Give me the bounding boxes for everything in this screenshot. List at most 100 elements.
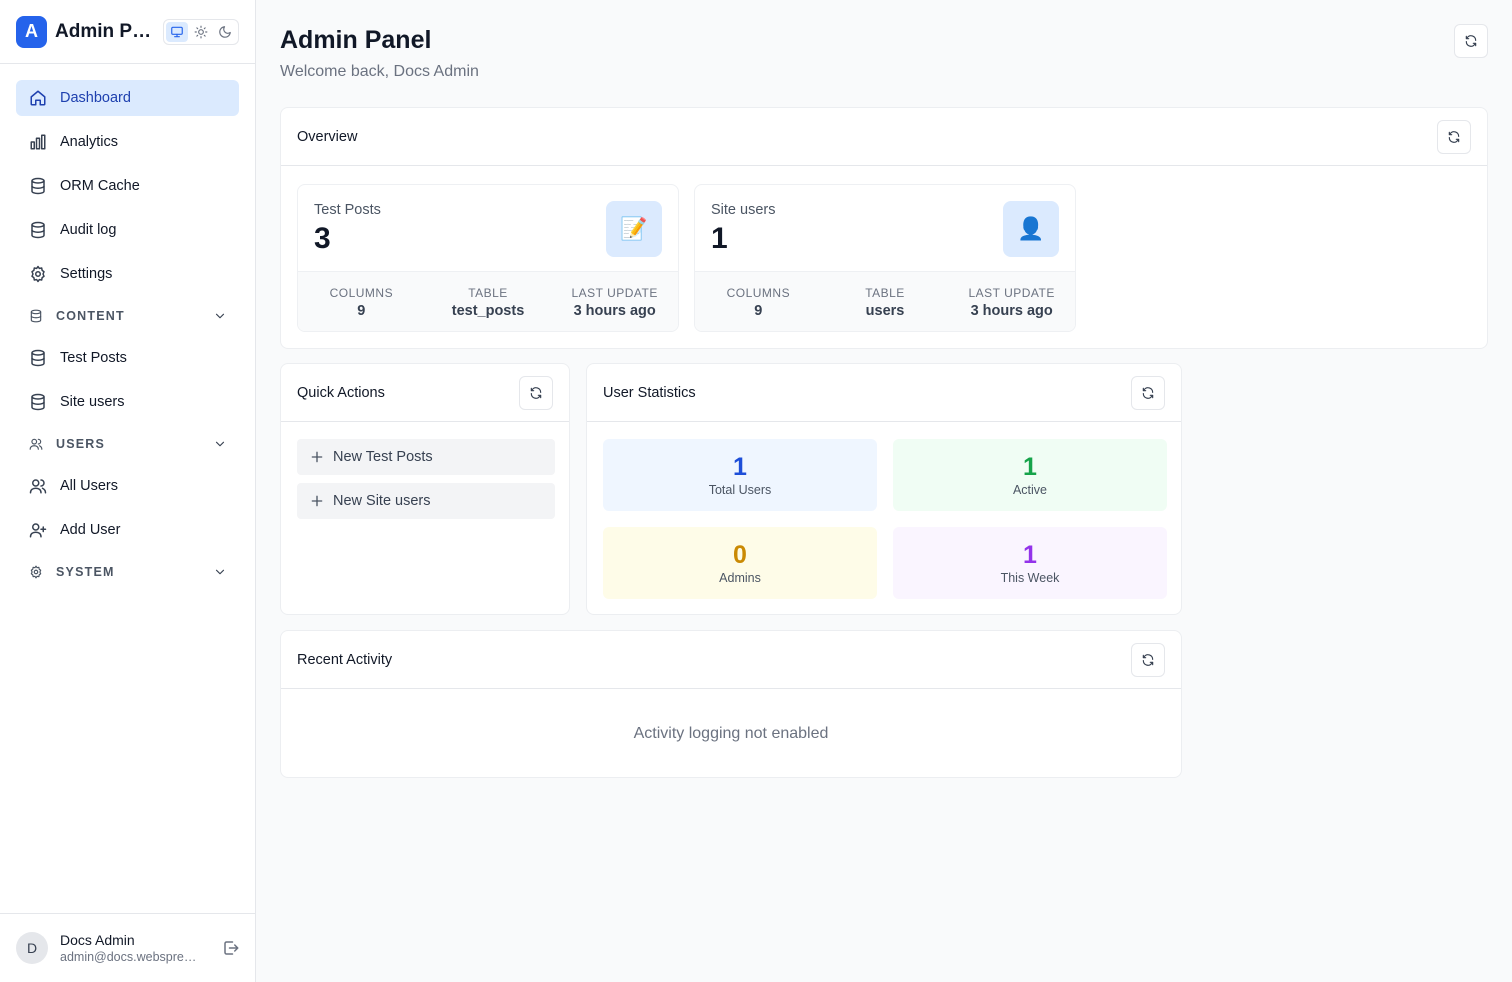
stat-table-label: TABLE [468,286,508,300]
stat-card-test-posts[interactable]: Test Posts 3 📝 COLUMNS 9 TABLE test_post… [297,184,679,332]
sidebar-item-label: Add User [60,522,121,538]
section-label: USERS [56,437,106,451]
new-test-posts-button[interactable]: New Test Posts [297,439,555,475]
stat-last-update-label: LAST UPDATE [968,286,1055,300]
sidebar-item-label: ORM Cache [60,178,140,194]
database-icon [28,392,48,412]
quick-action-label: New Test Posts [333,449,433,465]
stat-card-site-users[interactable]: Site users 1 👤 COLUMNS 9 TABLE users LAS… [694,184,1076,332]
sidebar-brand: A Admin Panel [0,0,255,64]
stat-last-update-label: LAST UPDATE [571,286,658,300]
app-title[interactable]: Admin Panel [55,21,152,43]
sidebar-item-dashboard[interactable]: Dashboard [16,80,239,116]
sidebar-nav: Dashboard Analytics ORM Cache Audit log … [0,64,255,588]
card-title: Recent Activity [297,651,393,668]
stat-last-update-value: 3 hours ago [970,303,1053,319]
gear-icon [28,264,48,284]
refresh-button[interactable] [519,375,553,410]
stat-columns: COLUMNS 9 [298,272,425,331]
sidebar-item-add-user[interactable]: Add User [16,512,239,548]
refresh-icon [529,386,543,400]
user-plus-icon [28,520,48,540]
user-statistics-card: User Statistics 1 Total Users 1 Active 0… [586,363,1182,615]
stat-number: 1 [1023,541,1037,569]
users-icon [28,436,44,452]
sidebar-item-settings[interactable]: Settings [16,256,239,292]
moon-icon[interactable] [214,22,236,42]
stat-caption: Active [1012,483,1048,497]
refresh-button[interactable] [1454,24,1488,58]
section-users[interactable]: USERS [16,428,239,460]
stat-table: TABLE test_posts [425,272,552,331]
card-header: Recent Activity [281,631,1181,689]
empty-state-message: Activity logging not enabled [633,725,829,742]
card-header: Overview [281,108,1487,166]
stat-last-update: LAST UPDATE 3 hours ago [551,272,678,331]
stat-value: 1 [711,222,728,255]
refresh-icon [1141,386,1155,400]
user-name: Docs Admin [60,932,135,948]
gear-icon [28,564,44,580]
chevron-down-icon [213,565,227,579]
plus-icon [309,493,325,509]
refresh-icon [1141,653,1155,667]
user-email: admin@docs.webspresso.dev [60,950,200,964]
sidebar-item-test-posts[interactable]: Test Posts [16,340,239,376]
database-icon [28,176,48,196]
card-title: User Statistics [603,384,696,401]
monitor-icon[interactable] [166,21,188,42]
sidebar-item-label: Test Posts [60,350,127,366]
stat-table-value: users [865,303,905,319]
stat-caption: Total Users [708,483,772,497]
stat-number: 1 [1023,453,1037,481]
sidebar-item-site-users[interactable]: Site users [16,384,239,420]
stat-columns-label: COLUMNS [329,286,394,300]
section-label: CONTENT [56,309,125,323]
memo-emoji: 📝 [620,216,648,241]
app-logo[interactable]: A [16,15,48,48]
section-label: SYSTEM [56,565,115,579]
sidebar-item-audit-log[interactable]: Audit log [16,212,239,248]
logout-icon[interactable] [222,939,240,957]
stat-table-label: TABLE [865,286,905,300]
sidebar-item-analytics[interactable]: Analytics [16,124,239,160]
card-header: User Statistics [587,364,1181,422]
sun-icon[interactable] [190,22,212,42]
avatar[interactable]: D [16,932,48,964]
section-system[interactable]: SYSTEM [16,556,239,588]
theme-switcher [163,18,239,45]
stat-footer: COLUMNS 9 TABLE users LAST UPDATE 3 hour… [695,271,1075,331]
user-info: Docs Admin admin@docs.webspresso.dev [60,932,200,964]
overview-card: Overview Test Posts 3 📝 COLUMNS 9 TABLE … [280,107,1488,349]
stat-number: 0 [733,541,747,569]
section-content[interactable]: CONTENT [16,300,239,332]
user-footer: D Docs Admin admin@docs.webspresso.dev [0,913,256,982]
stat-columns-value: 9 [357,303,366,319]
card-title: Overview [297,128,358,145]
stat-columns-label: COLUMNS [726,286,791,300]
database-icon [28,348,48,368]
stat-admins: 0 Admins [603,527,877,599]
page-subtitle: Welcome back, Docs Admin [280,63,479,80]
stat-label: Site users [711,202,776,218]
sidebar-item-all-users[interactable]: All Users [16,468,239,504]
plus-icon [309,449,325,465]
stat-label: Test Posts [314,202,381,218]
card-header: Quick Actions [281,364,569,422]
stat-caption: This Week [1000,571,1060,585]
stat-last-update-value: 3 hours ago [573,303,656,319]
sidebar-item-label: Audit log [60,222,117,238]
users-icon [28,476,48,496]
database-icon [28,220,48,240]
sidebar-item-orm-cache[interactable]: ORM Cache [16,168,239,204]
home-icon [28,88,48,108]
database-icon [28,308,44,324]
sidebar-item-label: Analytics [60,134,119,150]
refresh-icon [1464,34,1478,48]
refresh-button[interactable] [1437,119,1471,154]
chevron-down-icon [213,437,227,451]
new-site-users-button[interactable]: New Site users [297,483,555,519]
bar-chart-icon [28,132,48,152]
refresh-button[interactable] [1131,642,1165,677]
refresh-button[interactable] [1131,375,1165,410]
